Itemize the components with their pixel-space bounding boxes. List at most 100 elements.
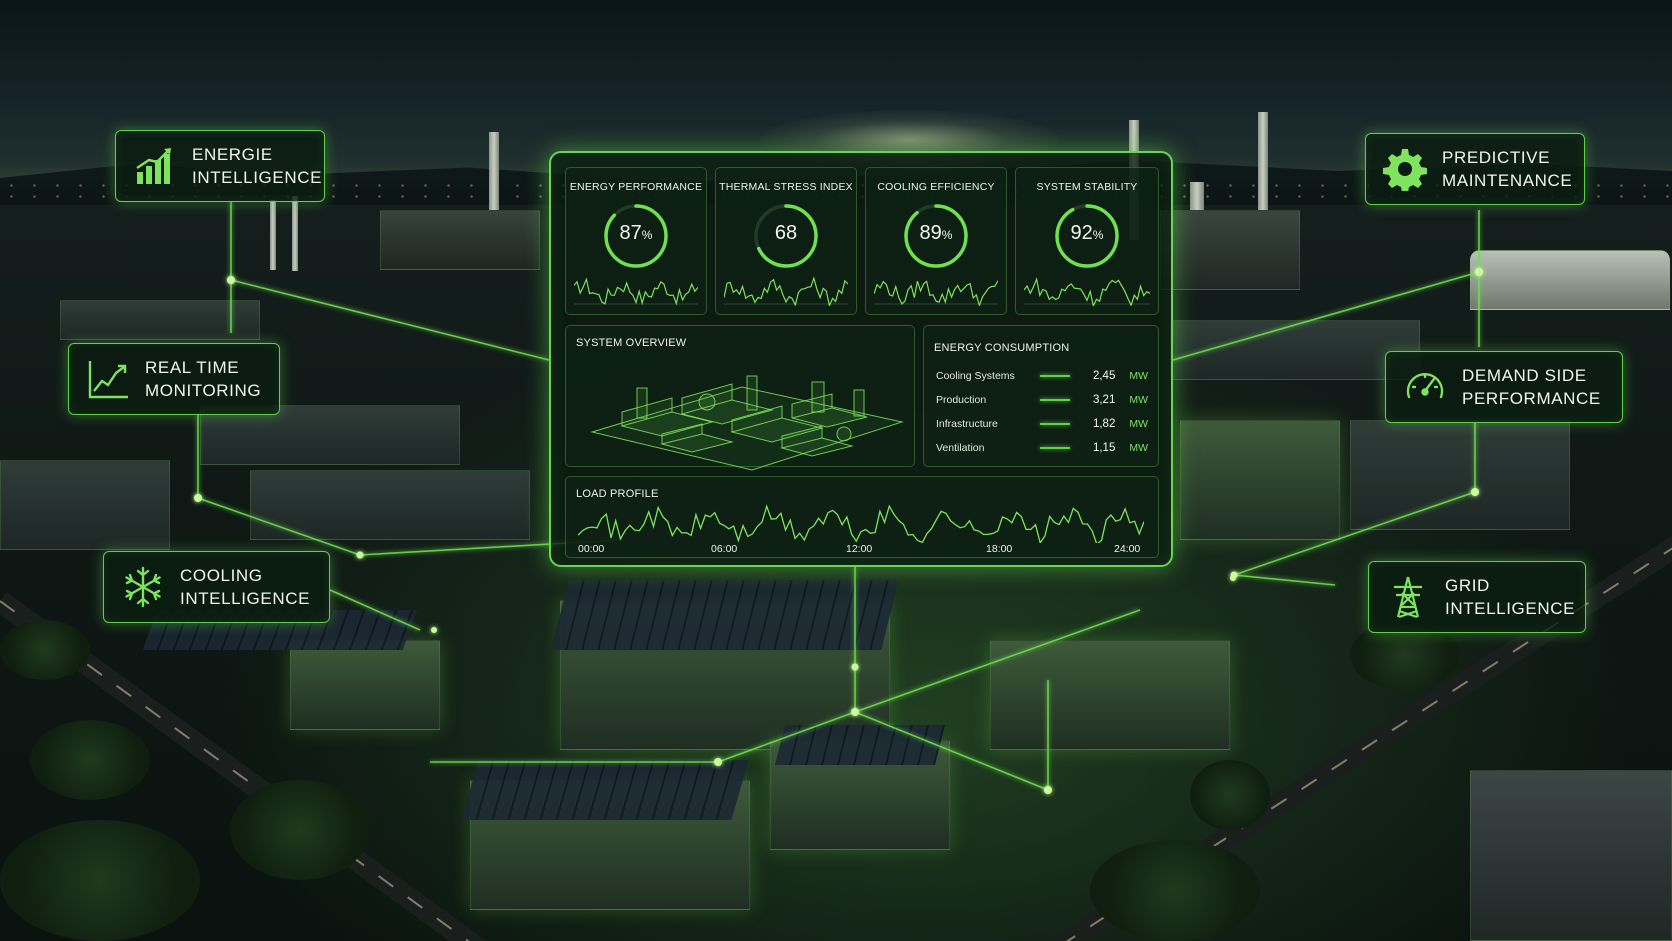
building <box>60 300 260 340</box>
consumption-name: Ventilation <box>936 442 985 454</box>
callout-label: ENERGIE INTELLIGENCE <box>192 145 323 187</box>
callout-grid-intelligence[interactable]: GRID INTELLIGENCE <box>1368 561 1586 633</box>
kpi-title: THERMAL STRESS INDEX <box>719 181 853 193</box>
bar-chart-icon <box>132 143 178 189</box>
building <box>1470 770 1672 941</box>
kpi-title: SYSTEM STABILITY <box>1036 181 1138 193</box>
consumption-bar <box>1040 423 1071 425</box>
load-profile-panel[interactable]: LOAD PROFILE 00:00 06:00 12:00 18:00 24:… <box>565 476 1159 558</box>
energy-dashboard: ENERGY PERFORMANCE 87% THERMAL STRESS IN… <box>549 151 1173 567</box>
processing-plant <box>990 640 1230 750</box>
building <box>0 460 170 550</box>
power-tower-icon <box>1385 574 1431 620</box>
consumption-bar <box>1040 375 1071 377</box>
kpi-value: 89% <box>919 222 953 244</box>
kpi-sparkline <box>723 274 849 308</box>
solar-roof <box>461 760 749 820</box>
tree <box>1190 760 1270 830</box>
callout-label: COOLING INTELLIGENCE <box>180 566 311 608</box>
storage-tanks <box>1470 250 1670 310</box>
solar-roof <box>551 580 899 650</box>
kpi-card-thermal-stress-index[interactable]: THERMAL STRESS INDEX 68 <box>715 167 857 315</box>
kpi-gauge: 68 <box>750 200 822 272</box>
callout-label: REAL TIME MONITORING <box>145 358 262 400</box>
consumption-value: 1,15 <box>1092 442 1116 454</box>
sparkline-trace <box>573 277 699 306</box>
kpi-sparkline <box>573 274 699 306</box>
smokestack <box>292 196 298 271</box>
kpi-gauge: 87% <box>600 200 672 272</box>
trend-line-icon <box>85 356 131 402</box>
consumption-row-cooling: Cooling Systems 2,45 MW <box>936 366 1148 386</box>
building <box>250 470 530 540</box>
load-profile-chart <box>577 503 1145 546</box>
consumption-unit: MW <box>1129 370 1149 382</box>
consumption-name: Production <box>936 394 987 406</box>
consumption-bar <box>1040 399 1071 401</box>
consumption-value: 3,21 <box>1092 394 1116 406</box>
smokestack <box>270 200 276 270</box>
kpi-sparkline <box>873 274 999 308</box>
kpi-title: ENERGY PERFORMANCE <box>569 181 703 193</box>
panel-title: ENERGY CONSUMPTION <box>934 342 1070 354</box>
building <box>1350 420 1570 530</box>
isometric-plant-model <box>590 375 904 471</box>
consumption-value: 2,45 <box>1092 370 1116 382</box>
tree <box>0 820 200 941</box>
system-overview-panel[interactable]: SYSTEM OVERVIEW <box>565 325 915 471</box>
energy-consumption-panel[interactable]: ENERGY CONSUMPTION Cooling Systems 2,45 … <box>923 325 1159 467</box>
kpi-card-energy-performance[interactable]: ENERGY PERFORMANCE 87% <box>565 167 707 315</box>
tree <box>0 620 90 680</box>
callout-cooling-intelligence[interactable]: COOLING INTELLIGENCE <box>103 551 330 623</box>
consumption-row-production: Production 3,21 MW <box>936 390 1148 410</box>
consumption-unit: MW <box>1129 442 1149 454</box>
sparkline-trace <box>723 276 849 308</box>
consumption-unit: MW <box>1129 418 1149 430</box>
callout-label: DEMAND SIDE PERFORMANCE <box>1462 366 1601 408</box>
consumption-unit: MW <box>1129 394 1149 406</box>
consumption-row-infrastructure: Infrastructure 1,82 MW <box>936 414 1148 434</box>
solar-roof <box>775 725 945 765</box>
callout-label: GRID INTELLIGENCE <box>1445 576 1576 618</box>
sparkline-trace <box>873 280 999 308</box>
callout-real-time-monitoring[interactable]: REAL TIME MONITORING <box>68 343 280 415</box>
callout-energie-intelligence[interactable]: ENERGIE INTELLIGENCE <box>115 130 325 202</box>
consumption-bar <box>1040 447 1071 449</box>
gear-icon <box>1382 146 1428 192</box>
consumption-value: 1,82 <box>1092 418 1116 430</box>
kpi-value: 92% <box>1070 222 1104 244</box>
kpi-gauge: 92% <box>1051 200 1123 272</box>
consumption-row-ventilation: Ventilation 1,15 MW <box>936 438 1148 458</box>
x-axis-tick: 06:00 <box>711 543 738 555</box>
building <box>290 640 440 730</box>
office-building <box>1180 420 1340 540</box>
callout-label: PREDICTIVE MAINTENANCE <box>1442 148 1573 190</box>
kpi-card-system-stability[interactable]: SYSTEM STABILITY 92% <box>1015 167 1159 315</box>
tree <box>1090 840 1260 941</box>
load-profile-trace <box>577 504 1145 546</box>
kpi-card-cooling-efficiency[interactable]: COOLING EFFICIENCY 89% <box>865 167 1007 315</box>
building <box>1170 320 1420 380</box>
kpi-sparkline <box>1023 274 1151 308</box>
speedometer-icon <box>1402 364 1448 410</box>
x-axis-tick: 12:00 <box>846 543 873 555</box>
panel-title: SYSTEM OVERVIEW <box>576 337 687 349</box>
x-axis-tick: 00:00 <box>578 543 605 555</box>
kpi-title: COOLING EFFICIENCY <box>877 181 995 193</box>
kpi-value: 87% <box>619 222 653 244</box>
consumption-name: Infrastructure <box>936 418 998 430</box>
kpi-gauge: 89% <box>900 200 972 272</box>
panel-title: LOAD PROFILE <box>576 488 659 500</box>
callout-demand-side-performance[interactable]: DEMAND SIDE PERFORMANCE <box>1385 351 1623 423</box>
callout-predictive-maintenance[interactable]: PREDICTIVE MAINTENANCE <box>1365 133 1585 205</box>
sparkline-trace <box>1023 277 1151 308</box>
kpi-value: 68 <box>774 222 798 244</box>
refinery <box>1160 210 1300 290</box>
tree <box>230 780 370 880</box>
consumption-name: Cooling Systems <box>936 370 1015 382</box>
tree <box>30 720 150 800</box>
refinery <box>380 210 540 270</box>
x-axis-tick: 18:00 <box>986 543 1013 555</box>
snowflake-icon <box>120 564 166 610</box>
x-axis-tick: 24:00 <box>1114 543 1141 555</box>
